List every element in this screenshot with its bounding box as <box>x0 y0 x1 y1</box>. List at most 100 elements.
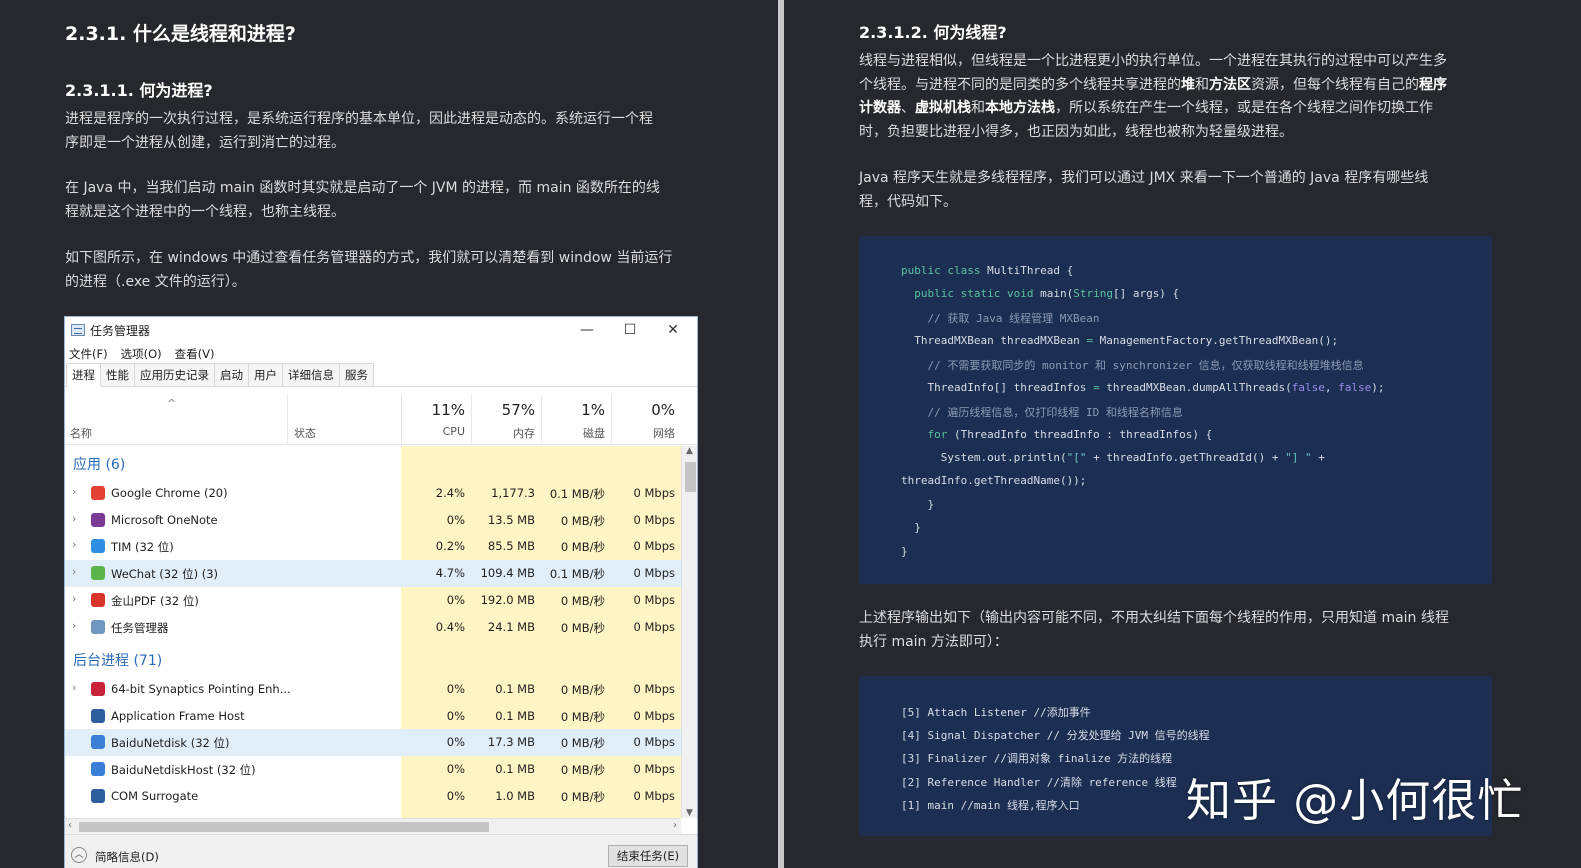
code-token: "] " <box>1285 451 1312 464</box>
cpu-total: 11% <box>431 401 465 419</box>
text-line: 线程与进程相似，但线程是一个比进程更小的执行单位。一个进程在其执行的过程中可以产… <box>859 53 1447 69</box>
process-row[interactable]: › Microsoft OneNote 0% 13.5 MB 0 MB/秒 0 Mbps <box>65 507 681 534</box>
tab-performance[interactable]: 性能 <box>100 363 135 386</box>
expand-chevron-icon[interactable]: › <box>72 565 76 578</box>
horizontal-scroll-thumb[interactable] <box>79 822 489 832</box>
tab-services[interactable]: 服务 <box>339 363 374 386</box>
close-button[interactable]: ✕ <box>653 319 693 341</box>
process-row[interactable]: › TIM (32 位) 0.2% 85.5 MB 0 MB/秒 0 Mbps <box>65 533 681 560</box>
process-memory: 1.0 MB <box>495 788 535 803</box>
bold-term: 本地方法栈 <box>985 100 1055 116</box>
process-memory: 0.1 MB <box>495 708 535 723</box>
thread-paragraph-2: Java 程序天生就是多线程程序，我们可以通过 JMX 来看一下一个普通的 Ja… <box>859 167 1428 214</box>
expand-chevron-icon[interactable]: › <box>72 512 76 525</box>
group-background[interactable]: 后台进程 (71) <box>73 650 162 670</box>
code-token: public class <box>901 264 981 277</box>
column-name[interactable]: 名称 <box>70 425 92 441</box>
fewer-details-link[interactable]: 简略信息(D) <box>95 849 159 865</box>
process-row[interactable]: › 金山PDF (32 位) 0% 192.0 MB 0 MB/秒 0 Mbps <box>65 587 681 614</box>
text-line: 个线程。与进程不同的是同类的多个线程共享进程的 <box>859 76 1181 93</box>
tab-processes[interactable]: 进程 <box>66 363 101 387</box>
process-cpu: 0.4% <box>435 619 465 634</box>
process-row[interactable]: › WeChat (32 位) (3) 4.7% 109.4 MB 0.1 MB/秒 0 … <box>65 560 681 587</box>
horizontal-scrollbar[interactable]: ‹ › <box>65 818 681 834</box>
tab-details[interactable]: 详细信息 <box>282 363 340 386</box>
output-line: [5] Attach Listener //添加事件 <box>901 706 1091 719</box>
code-comment: // 不需要获取同步的 monitor 和 synchronizer 信息，仅获… <box>901 359 1364 372</box>
process-memory: 0.1 MB <box>495 682 535 696</box>
group-apps[interactable]: 应用 (6) <box>73 454 125 474</box>
process-memory: 192.0 MB <box>480 592 535 607</box>
code-token: System.out.println( <box>901 451 1067 464</box>
scroll-left-icon[interactable]: ‹ <box>68 820 72 831</box>
tab-startup[interactable]: 启动 <box>214 363 249 386</box>
code-line: } <box>901 498 935 511</box>
output-paragraph: 上述程序输出如下（输出内容可能不同，不用太纠结下面每个线程的作用，只用知道 ma… <box>859 607 1449 654</box>
tab-app-history[interactable]: 应用历史记录 <box>134 363 215 386</box>
scroll-up-icon[interactable]: ▲ <box>686 446 693 456</box>
maximize-button[interactable]: ☐ <box>610 319 650 341</box>
process-network: 0 Mbps <box>633 592 676 607</box>
process-network: 0 Mbps <box>633 788 676 803</box>
chrome-icon <box>91 486 105 500</box>
expand-chevron-icon[interactable]: › <box>72 538 76 551</box>
task-manager-window: 任务管理器 — ☐ ✕ 文件(F) 选项(O) 查看(V) 进程 性能 应用历史… <box>64 316 698 868</box>
scroll-right-icon[interactable]: › <box>673 820 677 831</box>
output-line: [4] Signal Dispatcher // 分发处理给 JVM 信号的线程 <box>901 729 1210 742</box>
column-network[interactable]: 0% 网络 <box>611 395 681 445</box>
process-row[interactable]: › 64-bit Synaptics Pointing Enh... 0% 0.1 M… <box>65 676 681 703</box>
process-disk: 0 MB/秒 <box>560 789 605 804</box>
process-memory: 0.1 MB <box>495 762 535 777</box>
vertical-scroll-thumb[interactable] <box>685 462 696 492</box>
code-comment: // 获取 Java 线程管理 MXBean <box>901 312 1100 325</box>
process-cpu: 0% <box>446 512 465 527</box>
process-row[interactable]: Application Frame Host 0% 0.1 MB 0 MB/秒 0 Mb… <box>65 703 681 730</box>
scroll-down-icon[interactable]: ▼ <box>686 808 693 818</box>
subsection-title-process: 2.3.1.1. 何为进程? <box>65 81 213 100</box>
process-cpu: 0.2% <box>435 539 465 554</box>
code-line: System.out.println("[" + threadInfo.getT… <box>901 451 1325 464</box>
process-disk: 0 MB/秒 <box>560 763 605 778</box>
process-row[interactable]: BaiduNetdisk (32 位) 0% 17.3 MB 0 MB/秒 0 Mbps <box>65 729 681 757</box>
text-line: 执行 main 方法即可）： <box>859 633 1008 650</box>
menu-view[interactable]: 查看(V) <box>175 346 215 362</box>
end-task-button[interactable]: 结束任务(E) <box>608 845 688 867</box>
code-line: ThreadInfo[] threadInfos = threadMXBean.… <box>901 381 1384 394</box>
minimize-button[interactable]: — <box>567 319 607 341</box>
task-manager-icon <box>71 324 85 336</box>
process-name: Application Frame Host <box>111 708 245 723</box>
tab-users[interactable]: 用户 <box>248 363 283 386</box>
process-name: Microsoft OneNote <box>111 512 218 527</box>
expand-chevron-icon[interactable]: › <box>72 681 76 694</box>
text-line: 程，代码如下。 <box>859 193 957 210</box>
code-token: threadMXBean.dumpAllThreads( <box>1099 381 1292 394</box>
vertical-scrollbar[interactable]: ▲ ▼ <box>681 446 697 818</box>
code-token: public static void <box>901 287 1034 300</box>
column-disk[interactable]: 1% 磁盘 <box>541 395 611 445</box>
process-row[interactable]: COM Surrogate 0% 1.0 MB 0 MB/秒 0 Mbps <box>65 783 681 810</box>
right-page: 2.3.1.2. 何为线程? 线程与进程相似，但线程是一个比进程更小的执行单位。… <box>784 0 1581 868</box>
menu-file[interactable]: 文件(F) <box>69 346 108 362</box>
code-comment: // 遍历线程信息，仅打印线程 ID 和线程名称信息 <box>901 406 1183 419</box>
process-row[interactable]: › Google Chrome (20) 2.4% 1,177.3 0.1 MB/秒 0 … <box>65 480 681 507</box>
column-memory[interactable]: 57% 内存 <box>471 395 541 445</box>
chevron-up-icon[interactable]: ︿ <box>71 847 87 863</box>
pdf-icon <box>91 592 105 607</box>
code-token: ThreadMXBean threadMXBean <box>901 334 1087 347</box>
column-cpu[interactable]: 11% CPU <box>401 395 471 445</box>
baidu-icon <box>91 735 105 750</box>
menu-options[interactable]: 选项(O) <box>121 346 162 362</box>
expand-chevron-icon[interactable]: › <box>72 592 76 605</box>
expand-chevron-icon[interactable]: › <box>72 485 76 498</box>
process-row[interactable]: BaiduNetdiskHost (32 位) 0% 0.1 MB 0 MB/秒 0 M… <box>65 756 681 783</box>
process-paragraph-1: 进程是程序的一次执行过程，是系统运行程序的基本单位，因此进程是动态的。系统运行一… <box>65 108 653 155</box>
memory-total: 57% <box>501 401 535 419</box>
process-name: COM Surrogate <box>111 788 199 803</box>
column-status[interactable]: 状态 <box>287 395 401 445</box>
process-name: WeChat (32 位) (3) <box>111 567 219 582</box>
zhihu-watermark: 知乎 @小何很忙 <box>1186 774 1524 827</box>
process-row[interactable]: › 任务管理器 0.4% 24.1 MB 0 MB/秒 0 Mbps <box>65 614 681 641</box>
expand-chevron-icon[interactable]: › <box>72 619 76 632</box>
code-line: threadInfo.getThreadName()); <box>901 474 1087 487</box>
text-line: 程就是这个进程中的一个线程，也称主线程。 <box>65 203 345 220</box>
